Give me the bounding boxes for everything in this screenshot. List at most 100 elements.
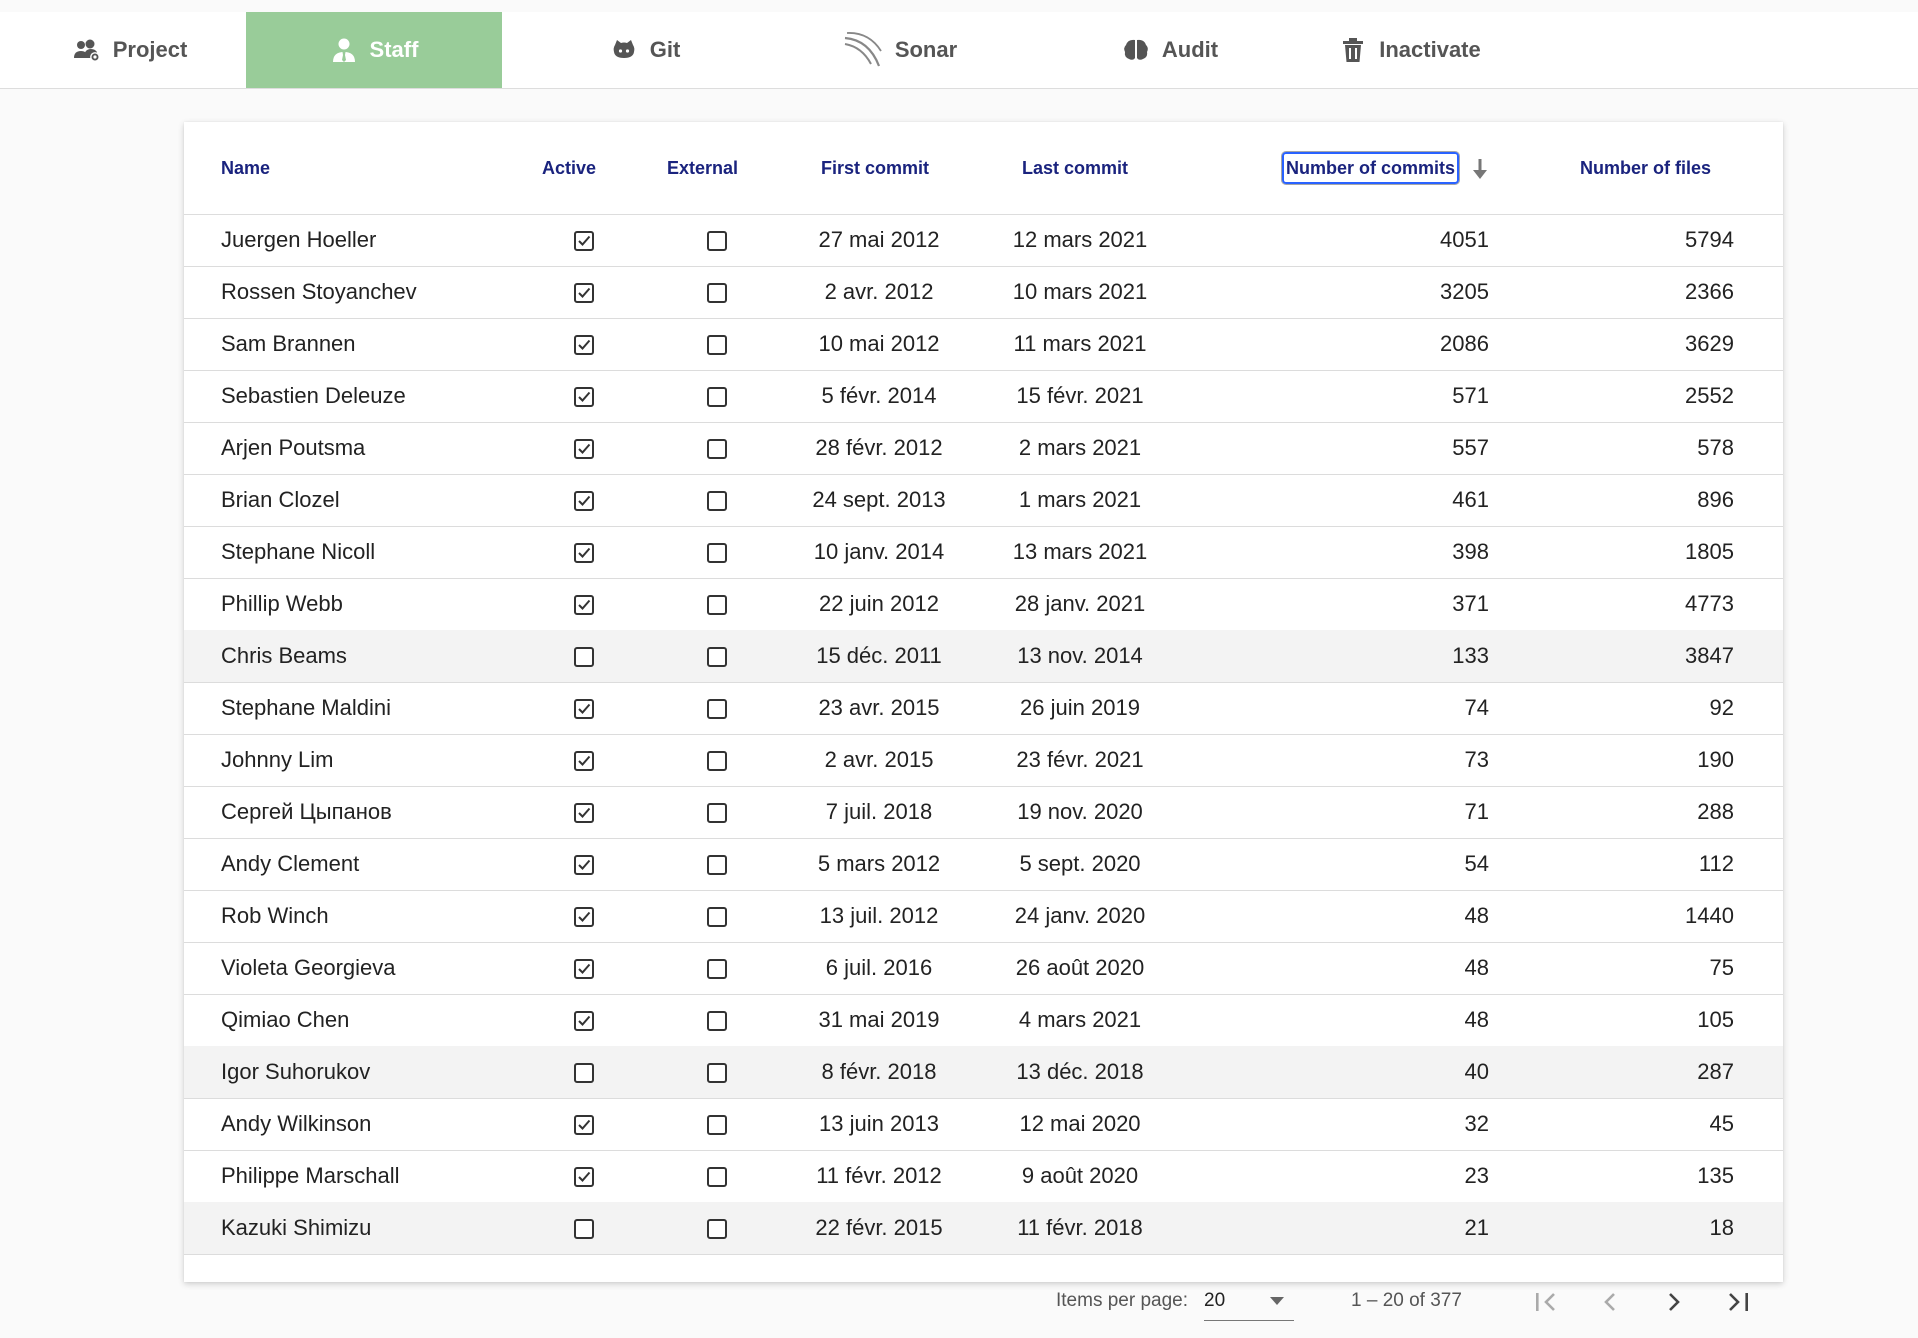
external-checkbox[interactable]: [707, 855, 727, 875]
check-icon: [578, 859, 591, 870]
external-checkbox[interactable]: [707, 491, 727, 511]
active-checkbox[interactable]: [574, 283, 594, 303]
tab-inactivate-label: Inactivate: [1379, 37, 1481, 62]
table-row[interactable]: Phillip Webb 22 juin 2012 28 janv. 2021 371…: [184, 578, 1783, 631]
cell-name: Juergen Hoeller: [221, 227, 377, 252]
previous-page-button[interactable]: [1592, 1284, 1628, 1320]
header-number-of-commits[interactable]: Number of commits: [1282, 152, 1460, 184]
external-checkbox[interactable]: [707, 595, 727, 615]
cell-name: Stephane Maldini: [221, 695, 392, 720]
active-checkbox[interactable]: [574, 595, 594, 615]
external-checkbox[interactable]: [707, 647, 727, 667]
cell-name: Sebastien Deleuze: [221, 383, 406, 408]
external-checkbox[interactable]: [707, 699, 727, 719]
header-name[interactable]: Name: [221, 122, 270, 214]
tab-audit[interactable]: Audit: [1060, 12, 1280, 88]
tab-sonar[interactable]: Sonar: [800, 12, 1000, 88]
check-icon: [578, 1119, 591, 1130]
active-checkbox[interactable]: [574, 387, 594, 407]
table-row[interactable]: Brian Clozel 24 sept. 2013 1 mars 2021 461 8…: [184, 474, 1783, 527]
external-checkbox[interactable]: [707, 1219, 727, 1239]
active-checkbox[interactable]: [574, 699, 594, 719]
external-checkbox[interactable]: [707, 543, 727, 563]
cell-last-commit: 26 juin 2019: [1020, 695, 1140, 720]
cell-number-of-files: 135: [1697, 1163, 1734, 1188]
active-checkbox[interactable]: [574, 543, 594, 563]
tab-staff[interactable]: Staff: [246, 12, 502, 88]
cell-name: Phillip Webb: [221, 591, 343, 616]
active-checkbox[interactable]: [574, 1167, 594, 1187]
external-checkbox[interactable]: [707, 959, 727, 979]
table-row[interactable]: Andy Clement 5 mars 2012 5 sept. 2020 54 112: [184, 838, 1783, 891]
active-checkbox[interactable]: [574, 231, 594, 251]
active-checkbox[interactable]: [574, 647, 594, 667]
active-checkbox[interactable]: [574, 803, 594, 823]
external-checkbox[interactable]: [707, 1063, 727, 1083]
last-page-button[interactable]: [1720, 1284, 1756, 1320]
external-checkbox[interactable]: [707, 1115, 727, 1135]
header-active[interactable]: Active: [542, 122, 596, 214]
table-row[interactable]: Rossen Stoyanchev 2 avr. 2012 10 mars 2021…: [184, 266, 1783, 319]
table-row[interactable]: Violeta Georgieva 6 juil. 2016 26 août 202…: [184, 942, 1783, 995]
active-checkbox[interactable]: [574, 491, 594, 511]
sort-descending-arrow-icon[interactable]: [1471, 156, 1489, 182]
header-last-commit[interactable]: Last commit: [1022, 122, 1128, 214]
cell-last-commit: 4 mars 2021: [1018, 1007, 1142, 1032]
header-external[interactable]: External: [667, 122, 738, 214]
active-checkbox[interactable]: [574, 335, 594, 355]
active-checkbox[interactable]: [574, 959, 594, 979]
cell-first-commit: 15 déc. 2011: [816, 643, 942, 668]
tab-project[interactable]: Project: [30, 12, 230, 88]
cell-name: Igor Suhorukov: [221, 1059, 371, 1084]
cell-name: Andy Wilkinson: [221, 1111, 372, 1136]
external-checkbox[interactable]: [707, 1167, 727, 1187]
external-checkbox[interactable]: [707, 335, 727, 355]
table-row[interactable]: Arjen Poutsma 28 févr. 2012 2 mars 2021 557…: [184, 422, 1783, 475]
external-checkbox[interactable]: [707, 387, 727, 407]
header-first-commit[interactable]: First commit: [821, 122, 929, 214]
cell-first-commit: 22 juin 2012: [819, 591, 939, 616]
table-row[interactable]: Sam Brannen 10 mai 2012 11 mars 2021 2086 36…: [184, 318, 1783, 371]
table-row[interactable]: Igor Suhorukov 8 févr. 2018 13 déc. 2018 40…: [184, 1046, 1783, 1099]
table-row[interactable]: Rob Winch 13 juil. 2012 24 janv. 2020 48 144…: [184, 890, 1783, 943]
external-checkbox[interactable]: [707, 803, 727, 823]
page-size-select[interactable]: 20: [1204, 1282, 1294, 1321]
table-row[interactable]: Сергей Цыпанов 7 juil. 2018 19 nov. 2020 71…: [184, 786, 1783, 839]
check-icon: [578, 287, 591, 298]
table-row[interactable]: Johnny Lim 2 avr. 2015 23 févr. 2021 73 190: [184, 734, 1783, 787]
table-row[interactable]: Philippe Marschall 11 févr. 2012 9 août 20…: [184, 1150, 1783, 1203]
active-checkbox[interactable]: [574, 1063, 594, 1083]
table-row[interactable]: Juergen Hoeller 27 mai 2012 12 mars 2021 40…: [184, 214, 1783, 267]
external-checkbox[interactable]: [707, 231, 727, 251]
table-row[interactable]: Kazuki Shimizu 22 févr. 2015 11 févr. 2018…: [184, 1202, 1783, 1255]
active-checkbox[interactable]: [574, 1011, 594, 1031]
tab-inactivate[interactable]: Inactivate: [1300, 12, 1520, 88]
active-checkbox[interactable]: [574, 855, 594, 875]
active-checkbox[interactable]: [574, 1219, 594, 1239]
active-checkbox[interactable]: [574, 439, 594, 459]
header-number-of-files[interactable]: Number of files: [1580, 122, 1711, 214]
cell-number-of-commits: 21: [1464, 1215, 1489, 1240]
active-checkbox[interactable]: [574, 1115, 594, 1135]
external-checkbox[interactable]: [707, 439, 727, 459]
cell-number-of-files: 75: [1709, 955, 1734, 980]
check-icon: [578, 963, 591, 974]
table-row[interactable]: Stephane Nicoll 10 janv. 2014 13 mars 2021…: [184, 526, 1783, 579]
active-checkbox[interactable]: [574, 907, 594, 927]
cell-last-commit: 28 janv. 2021: [1014, 591, 1146, 616]
cell-number-of-commits: 54: [1464, 851, 1489, 876]
external-checkbox[interactable]: [707, 907, 727, 927]
table-row[interactable]: Stephane Maldini 23 avr. 2015 26 juin 2019…: [184, 682, 1783, 735]
tab-project-label: Project: [112, 37, 188, 62]
external-checkbox[interactable]: [707, 1011, 727, 1031]
table-row[interactable]: Qimiao Chen 31 mai 2019 4 mars 2021 48 105: [184, 994, 1783, 1047]
table-row[interactable]: Andy Wilkinson 13 juin 2013 12 mai 2020 32 4…: [184, 1098, 1783, 1151]
tab-git[interactable]: Git: [540, 12, 750, 88]
active-checkbox[interactable]: [574, 751, 594, 771]
table-row[interactable]: Chris Beams 15 déc. 2011 13 nov. 2014 133 38…: [184, 630, 1783, 683]
external-checkbox[interactable]: [707, 283, 727, 303]
external-checkbox[interactable]: [707, 751, 727, 771]
table-row[interactable]: Sebastien Deleuze 5 févr. 2014 15 févr. 20…: [184, 370, 1783, 423]
first-page-button[interactable]: [1528, 1284, 1564, 1320]
next-page-button[interactable]: [1656, 1284, 1692, 1320]
